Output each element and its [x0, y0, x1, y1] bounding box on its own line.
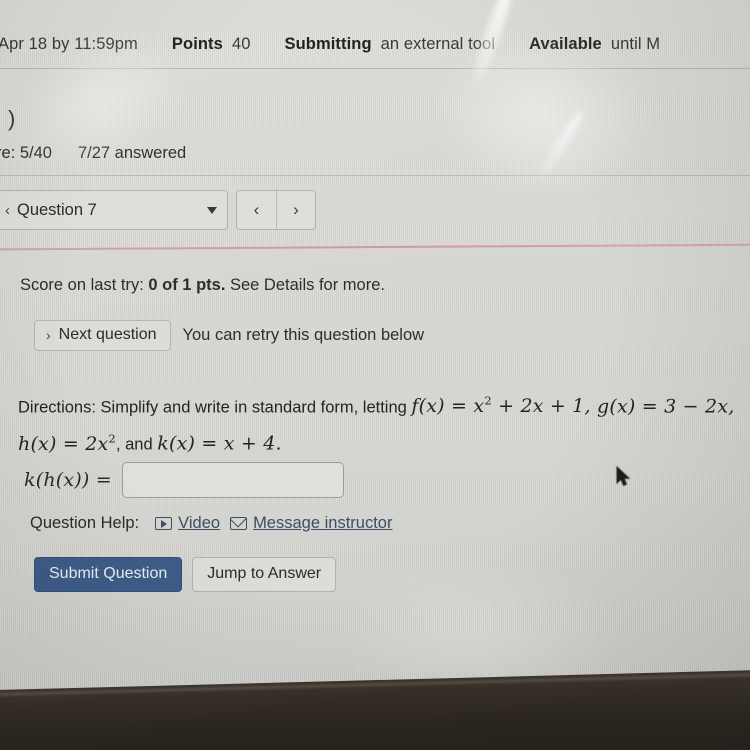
points-segment: Points 40: [172, 35, 251, 54]
function-k-definition: k(x) = x + 4.: [157, 433, 282, 455]
h-name: h: [18, 432, 31, 455]
video-help-label: Video: [178, 514, 221, 532]
function-g-definition: g(x) = 3 − 2x,: [591, 395, 735, 417]
k-name: k: [157, 432, 169, 455]
message-instructor-link[interactable]: Message instructor: [230, 514, 392, 533]
jump-to-answer-button[interactable]: Jump to Answer: [192, 557, 337, 592]
f-body: x: [473, 395, 485, 418]
directions-and: , and: [115, 435, 158, 454]
h-arg: (x): [30, 432, 57, 455]
question-help-row: Question Help: Video Message instructor: [30, 514, 392, 533]
f-exponent: 2: [484, 394, 492, 408]
last-try-message: Score on last try: 0 of 1 pts. See Detai…: [20, 276, 385, 295]
function-f-definition: f(x) = x2 + 2x + 1,: [411, 394, 591, 418]
video-help-link[interactable]: Video: [155, 514, 220, 533]
next-question-row: › Next question You can retry this quest…: [34, 320, 424, 351]
mouse-cursor-icon: [616, 466, 631, 487]
last-try-points: 0 of 1 pts.: [148, 276, 226, 294]
score-value: re: 5/40: [0, 144, 52, 162]
submitting-segment: Submitting an external tool: [285, 35, 496, 54]
prev-question-button[interactable]: ‹: [237, 191, 276, 229]
chevron-down-icon: [207, 206, 217, 214]
points-label: Points: [171, 34, 223, 53]
score-summary-row: re: 5/40 7/27 answered: [0, 144, 186, 163]
submitting-label: Submitting: [284, 34, 372, 53]
submit-question-button[interactable]: Submit Question: [34, 557, 183, 592]
clipped-paren: ): [8, 106, 16, 131]
question-select-label: Question 7: [17, 200, 97, 219]
answer-prompt: k(h(x)) =: [24, 469, 112, 491]
g-arg: (x): [609, 395, 636, 418]
divider-red: [0, 243, 750, 251]
answer-input[interactable]: [121, 462, 344, 498]
due-date-segment: Apr 18 by 11:59pm: [0, 35, 138, 54]
f-arg: (x): [418, 395, 445, 418]
last-try-suffix: See Details for more.: [225, 276, 385, 294]
divider-score: [0, 175, 750, 176]
h-exponent: 2: [108, 431, 116, 446]
g-equals: =: [635, 395, 665, 418]
directions-text: Directions: Simplify and write in standa…: [18, 386, 750, 461]
next-question-link-button[interactable]: › Next question: [34, 320, 171, 351]
assignment-info-bar: Apr 18 by 11:59pm Points 40 Submitting a…: [0, 26, 750, 62]
f-name: f: [411, 395, 419, 418]
f-equals: =: [444, 395, 474, 418]
question-nav-buttons[interactable]: ‹ ›: [236, 190, 316, 230]
retry-notice: You can retry this question below: [182, 326, 425, 344]
action-button-row: Submit Question Jump to Answer: [34, 557, 337, 592]
video-icon: [155, 517, 173, 530]
last-try-prefix: Score on last try:: [20, 276, 149, 294]
available-value: until M: [610, 34, 661, 53]
chevron-left-icon: ‹: [5, 201, 10, 219]
chevron-right-icon: ›: [46, 327, 51, 343]
mail-icon: [230, 517, 248, 530]
f-rest: + 2x + 1,: [491, 395, 591, 418]
g-name: g: [597, 395, 610, 418]
available-segment: Available until M: [529, 35, 660, 54]
k-body: x + 4.: [223, 432, 282, 455]
due-date-value: Apr 18 by 11:59pm: [0, 34, 138, 53]
question-select[interactable]: ‹ Question 7: [0, 190, 228, 230]
answer-row: k(h(x)) =: [24, 462, 344, 498]
message-instructor-label: Message instructor: [253, 514, 393, 532]
question-help-label: Question Help:: [30, 514, 140, 532]
monitor-photo: Apr 18 by 11:59pm Points 40 Submitting a…: [0, 0, 750, 750]
k-equals: =: [195, 432, 224, 455]
answered-count: 7/27 answered: [77, 144, 187, 162]
h-body: 2x: [85, 432, 109, 455]
g-body: 3 − 2x,: [664, 395, 735, 418]
available-label: Available: [529, 34, 602, 53]
next-question-button[interactable]: ›: [276, 191, 315, 229]
directions-lead: Directions: Simplify and write in standa…: [18, 398, 412, 417]
k-arg: (x): [168, 432, 196, 455]
divider-top: [0, 68, 750, 69]
function-h-definition: h(x) = 2x2: [18, 431, 116, 455]
h-equals: =: [56, 432, 86, 455]
submitting-value: an external tool: [380, 34, 496, 53]
next-question-label: Next question: [58, 326, 157, 343]
points-value: 40: [231, 34, 251, 53]
page-content: Apr 18 by 11:59pm Points 40 Submitting a…: [0, 14, 750, 714]
